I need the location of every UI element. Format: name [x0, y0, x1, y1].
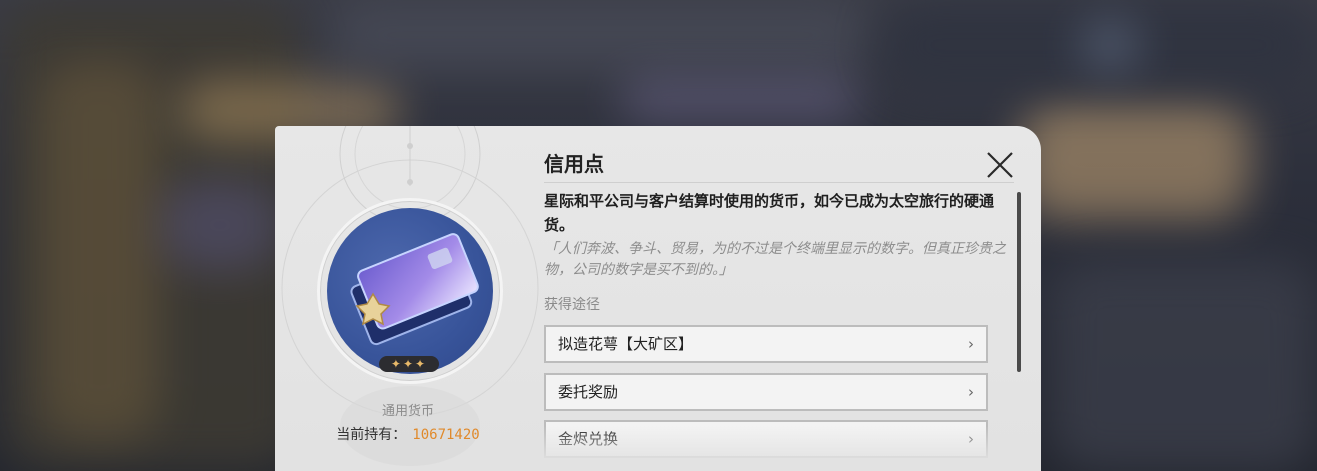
close-icon	[987, 152, 1013, 178]
source-button-calyx[interactable]: 拟造花萼【大矿区】 ›	[544, 325, 988, 363]
item-description: 星际和平公司与客户结算时使用的货币，如今已成为太空旅行的硬通货。	[544, 192, 995, 234]
item-portrait	[327, 208, 493, 374]
owned-count: 当前持有： 10671420	[275, 424, 541, 444]
item-category: 通用货币	[381, 404, 434, 419]
credit-card-icon	[350, 233, 479, 346]
chevron-right-icon: ›	[968, 430, 974, 448]
source-label: 拟造花萼【大矿区】	[558, 335, 694, 353]
title-divider	[544, 182, 1014, 183]
rarity-stars: ✦✦✦	[379, 356, 439, 372]
chevron-right-icon: ›	[968, 335, 974, 353]
source-button-commission[interactable]: 委托奖励 ›	[544, 373, 988, 411]
item-flavor-text: 「人们奔波、争斗、贸易，为的不过是个终端里显示的数字。但真正珍贵之物，公司的数字…	[544, 241, 1006, 278]
item-title: 信用点	[544, 152, 604, 176]
owned-label: 当前持有：	[336, 427, 407, 443]
owned-value: 10671420	[412, 427, 480, 443]
source-label: 金烬兑换	[558, 430, 619, 448]
scrollbar[interactable]	[1017, 192, 1021, 372]
sources-label: 获得途径	[544, 297, 600, 313]
source-label: 委托奖励	[558, 383, 619, 401]
chevron-right-icon: ›	[968, 383, 974, 401]
close-button[interactable]	[985, 150, 1015, 180]
source-button-exchange[interactable]: 金烬兑换 ›	[544, 420, 988, 458]
item-detail-panel: ✦✦✦ 通用货币 当前持有： 10671420 信用点 星际和平公司与客户结算时使…	[275, 126, 1041, 471]
